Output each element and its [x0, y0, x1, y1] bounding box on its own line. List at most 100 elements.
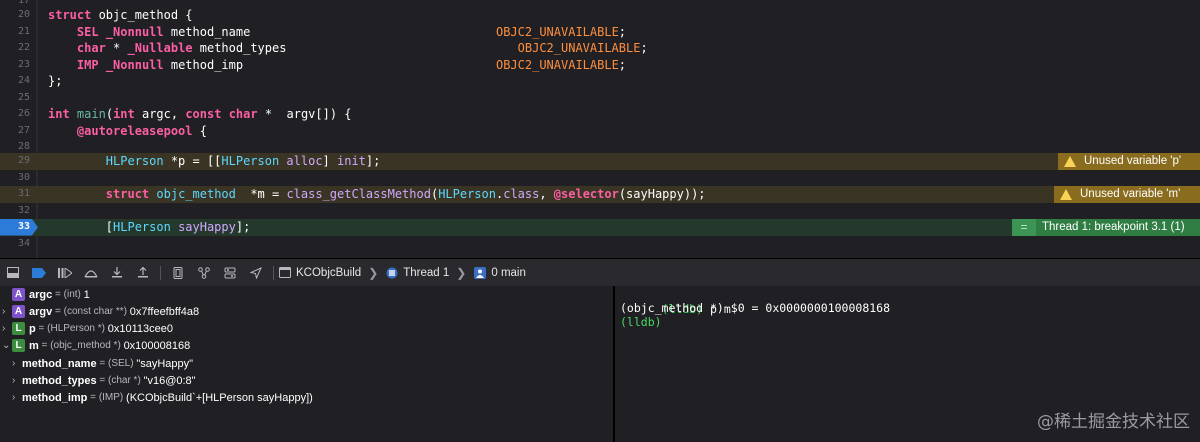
step-into-icon[interactable]	[104, 259, 130, 286]
code-line[interactable]: 24 };	[0, 73, 1200, 90]
local-badge-icon: L	[12, 339, 25, 352]
code-token: * argv[]) {	[257, 107, 352, 121]
code-line[interactable]: 21 SEL _Nonnull method_name OBJC2_UNAVAI…	[0, 24, 1200, 41]
code-text: HLPerson *p = [[HLPerson alloc] init];	[48, 153, 381, 170]
line-number: 31	[17, 188, 30, 199]
code-line[interactable]: 32	[0, 203, 1200, 220]
code-line[interactable]: 30	[0, 170, 1200, 187]
code-token: ;	[618, 57, 627, 72]
debug-toolbar: KCObjcBuild ❯ Thread 1 ❯ 0 main	[0, 258, 1200, 287]
code-line[interactable]: 25	[0, 90, 1200, 107]
breadcrumb-frame[interactable]: 0 main	[491, 267, 526, 279]
code-token: *m =	[235, 187, 287, 201]
variable-name: method_types	[22, 374, 97, 387]
disclosure-icon[interactable]: ›	[2, 323, 12, 334]
breakpoint-annotation[interactable]: = Thread 1: breakpoint 3.1 (1)	[1012, 219, 1200, 236]
line-number: 23	[17, 58, 30, 70]
thread-icon	[385, 267, 398, 279]
variable-row[interactable]: › A argv = (const char **) 0x7ffeefbff4a…	[2, 303, 199, 320]
code-token: HLPerson	[221, 154, 280, 168]
code-line[interactable]: 23 IMP _Nonnull method_imp OBJC2_UNAVAIL…	[0, 57, 1200, 74]
variable-type: (SEL)	[107, 358, 134, 369]
code-token: };	[48, 74, 63, 88]
code-line-warning[interactable]: 29 HLPerson *p = [[HLPerson alloc] init]…	[0, 153, 1200, 170]
variable-type: (char *)	[107, 375, 141, 386]
code-token: class	[503, 187, 540, 201]
continue-icon[interactable]	[52, 259, 78, 286]
breakpoints-toggle-icon[interactable]	[26, 259, 52, 286]
console-output: (objc_method *) $0 = 0x0000000100008168	[620, 301, 891, 315]
code-line[interactable]: 34	[0, 236, 1200, 253]
disclosure-icon[interactable]: ›	[2, 306, 12, 317]
disclosure-icon[interactable]: ›	[12, 375, 22, 386]
warning-annotation-m[interactable]: Unused variable 'm'	[1054, 186, 1200, 203]
code-token: *	[105, 41, 128, 55]
code-line-warning[interactable]: 31 struct objc_method *m = class_getClas…	[0, 186, 1200, 203]
warning-text: Unused variable 'p'	[1084, 155, 1182, 168]
breadcrumb-project[interactable]: KCObjcBuild	[296, 267, 361, 279]
line-number: 33	[17, 221, 30, 232]
line-number: 17	[17, 0, 30, 6]
line-number: 20	[17, 9, 30, 20]
code-line[interactable]: 27 @autoreleasepool {	[0, 123, 1200, 140]
variable-name: m	[29, 339, 39, 352]
variable-type: (objc_method *)	[50, 340, 121, 351]
variable-name: argv	[29, 305, 53, 318]
breadcrumb-thread[interactable]: Thread 1	[403, 267, 449, 279]
code-token: @autoreleasepool	[76, 123, 193, 138]
code-token: ;	[618, 24, 627, 39]
code-text: SEL _Nonnull method_name OBJC2_UNAVAILAB…	[48, 24, 626, 41]
simulate-location-icon[interactable]	[243, 259, 269, 286]
line-number: 34	[17, 238, 30, 249]
code-token: (	[105, 107, 114, 121]
code-text: int main(int argc, const char * argv[]) …	[48, 106, 352, 123]
code-token: OBJC2_UNAVAILABLE	[495, 24, 619, 39]
variable-row-child[interactable]: › method_name = (SEL) "sayHappy"	[12, 355, 193, 372]
code-token: char	[228, 107, 258, 121]
variable-row[interactable]: › L p = (HLPerson *) 0x10113cee0	[2, 320, 173, 337]
warning-annotation-p[interactable]: Unused variable 'p'	[1058, 153, 1200, 170]
view-hierarchy-icon[interactable]	[165, 259, 191, 286]
variable-row[interactable]: A argc = (int) 1	[2, 286, 90, 303]
disclosure-icon[interactable]: ›	[12, 392, 22, 403]
step-over-icon[interactable]	[78, 259, 104, 286]
code-token: [	[48, 220, 114, 234]
line-number: 30	[17, 172, 30, 183]
variable-row-child[interactable]: › method_imp = (IMP) (KCObjcBuild`+[HLPe…	[12, 389, 313, 406]
variables-view[interactable]: A argc = (int) 1 › A argv = (const char …	[0, 286, 613, 442]
console-prompt[interactable]: (lldb)	[620, 315, 662, 330]
hide-debug-area-icon[interactable]	[0, 259, 26, 286]
disclosure-icon[interactable]: ⌄	[2, 340, 12, 351]
code-token: struct	[105, 187, 150, 201]
local-badge-icon: L	[12, 322, 25, 335]
code-token: HLPerson	[438, 187, 496, 201]
code-token: ]	[322, 154, 337, 168]
step-out-icon[interactable]	[130, 259, 156, 286]
chevron-right-icon: ❯	[368, 265, 379, 280]
code-token: _Nullable	[127, 41, 193, 55]
line-number: 25	[17, 91, 30, 103]
source-editor[interactable]: 17 20 struct objc_method { 21 SEL _Nonnu…	[0, 0, 1200, 258]
code-token: objc_method	[156, 187, 236, 201]
line-number: 29	[17, 155, 30, 166]
variable-row-child[interactable]: › method_types = (char *) "v16@0:8"	[12, 372, 196, 389]
variable-type: (IMP)	[98, 392, 124, 403]
code-line[interactable]: 22 char * _Nullable method_types OBJC2_U…	[0, 40, 1200, 57]
line-number: 24	[17, 75, 30, 86]
disclosure-icon[interactable]: ›	[12, 358, 22, 369]
code-line[interactable]: 20 struct objc_method {	[0, 7, 1200, 24]
code-line-current[interactable]: 33 [HLPerson sayHappy]; = Thread 1: brea…	[0, 219, 1200, 236]
environment-overrides-icon[interactable]	[217, 259, 243, 286]
code-line[interactable]: 17	[0, 0, 1200, 6]
code-line[interactable]: 26 int main(int argc, const char * argv[…	[0, 106, 1200, 123]
code-token: sayHappy	[178, 220, 236, 234]
code-token: objc_method {	[91, 8, 193, 22]
variable-row[interactable]: ⌄ L m = (objc_method *) 0x100008168	[2, 337, 190, 354]
code-token: SEL	[76, 24, 99, 39]
memory-graph-icon[interactable]	[191, 259, 217, 286]
